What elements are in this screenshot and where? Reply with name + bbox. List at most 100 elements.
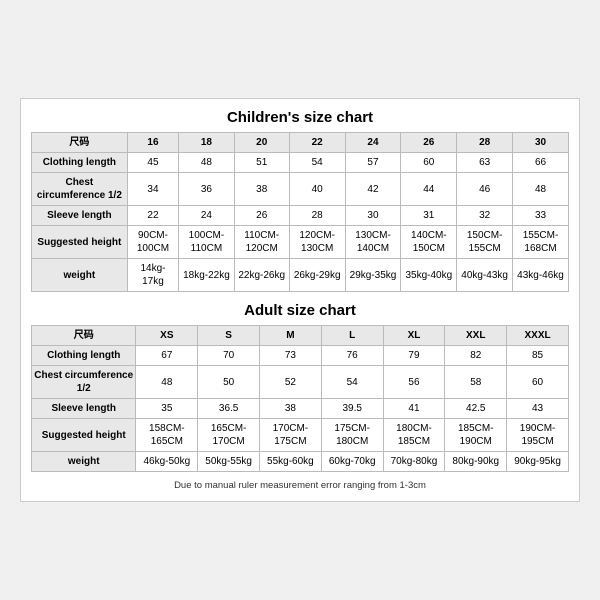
- adult-col-header-4: L: [321, 326, 383, 346]
- children-cell-0-4: 57: [345, 153, 401, 173]
- children-cell-1-5: 44: [401, 173, 457, 206]
- adult-row-label-0: Clothing length: [32, 346, 136, 366]
- children-chart-section: Children's size chart 尺码1618202224262830…: [31, 109, 569, 292]
- children-cell-3-0: 90CM-100CM: [127, 226, 178, 259]
- children-cell-0-2: 51: [234, 153, 289, 173]
- children-row-label-2: Sleeve length: [32, 206, 128, 226]
- adult-cell-1-4: 56: [383, 366, 445, 399]
- children-cell-0-5: 60: [401, 153, 457, 173]
- adult-cell-0-4: 79: [383, 346, 445, 366]
- children-cell-2-0: 22: [127, 206, 178, 226]
- children-row-label-0: Clothing length: [32, 153, 128, 173]
- children-col-header-4: 22: [289, 133, 345, 153]
- children-cell-4-3: 26kg-29kg: [289, 259, 345, 292]
- adult-cell-1-3: 54: [321, 366, 383, 399]
- children-cell-3-7: 155CM-168CM: [513, 226, 569, 259]
- adult-cell-2-3: 39.5: [321, 399, 383, 419]
- children-cell-2-4: 30: [345, 206, 401, 226]
- children-chart-title: Children's size chart: [31, 109, 569, 126]
- children-col-header-6: 26: [401, 133, 457, 153]
- children-cell-1-7: 48: [513, 173, 569, 206]
- children-cell-4-2: 22kg-26kg: [234, 259, 289, 292]
- adult-table-body: Clothing length67707376798285Chest circu…: [32, 346, 569, 472]
- children-col-header-1: 16: [127, 133, 178, 153]
- adult-cell-1-1: 50: [198, 366, 260, 399]
- children-cell-1-6: 46: [457, 173, 513, 206]
- children-cell-3-4: 130CM-140CM: [345, 226, 401, 259]
- children-cell-4-1: 18kg-22kg: [179, 259, 234, 292]
- children-cell-4-6: 40kg-43kg: [457, 259, 513, 292]
- children-cell-4-0: 14kg-17kg: [127, 259, 178, 292]
- children-cell-3-3: 120CM-130CM: [289, 226, 345, 259]
- children-col-header-8: 30: [513, 133, 569, 153]
- adult-table-row: weight46kg-50kg50kg-55kg55kg-60kg60kg-70…: [32, 452, 569, 472]
- children-cell-1-2: 38: [234, 173, 289, 206]
- adult-cell-0-6: 85: [507, 346, 569, 366]
- footnote: Due to manual ruler measurement error ra…: [31, 480, 569, 491]
- children-table-row: weight14kg-17kg18kg-22kg22kg-26kg26kg-29…: [32, 259, 569, 292]
- children-col-header-7: 28: [457, 133, 513, 153]
- children-table-row: Sleeve length2224262830313233: [32, 206, 569, 226]
- children-row-label-3: Suggested height: [32, 226, 128, 259]
- children-table-body: Clothing length4548515457606366Chest cir…: [32, 153, 569, 292]
- children-chart-table: 尺码1618202224262830 Clothing length454851…: [31, 132, 569, 292]
- adult-cell-2-5: 42.5: [445, 399, 507, 419]
- adult-row-label-2: Sleeve length: [32, 399, 136, 419]
- adult-table-row: Chest circumference 1/248505254565860: [32, 366, 569, 399]
- adult-col-header-0: 尺码: [32, 326, 136, 346]
- adult-cell-4-4: 70kg-80kg: [383, 452, 445, 472]
- adult-cell-2-4: 41: [383, 399, 445, 419]
- adult-cell-3-0: 158CM-165CM: [136, 419, 198, 452]
- children-table-row: Clothing length4548515457606366: [32, 153, 569, 173]
- adult-chart-title: Adult size chart: [31, 302, 569, 319]
- children-row-label-4: weight: [32, 259, 128, 292]
- adult-col-header-1: XS: [136, 326, 198, 346]
- children-cell-4-5: 35kg-40kg: [401, 259, 457, 292]
- children-table-row: Suggested height90CM-100CM100CM-110CM110…: [32, 226, 569, 259]
- adult-cell-2-6: 43: [507, 399, 569, 419]
- adult-row-label-1: Chest circumference 1/2: [32, 366, 136, 399]
- adult-col-header-2: S: [198, 326, 260, 346]
- adult-table-row: Sleeve length3536.53839.54142.543: [32, 399, 569, 419]
- adult-cell-1-6: 60: [507, 366, 569, 399]
- adult-header-row: 尺码XSSMLXLXXLXXXL: [32, 326, 569, 346]
- children-header-row: 尺码1618202224262830: [32, 133, 569, 153]
- adult-row-label-4: weight: [32, 452, 136, 472]
- adult-cell-3-4: 180CM-185CM: [383, 419, 445, 452]
- adult-row-label-3: Suggested height: [32, 419, 136, 452]
- children-cell-1-4: 42: [345, 173, 401, 206]
- adult-cell-4-2: 55kg-60kg: [260, 452, 322, 472]
- adult-cell-0-1: 70: [198, 346, 260, 366]
- adult-cell-1-5: 58: [445, 366, 507, 399]
- children-cell-0-3: 54: [289, 153, 345, 173]
- adult-cell-3-1: 165CM-170CM: [198, 419, 260, 452]
- adult-cell-1-0: 48: [136, 366, 198, 399]
- adult-cell-4-3: 60kg-70kg: [321, 452, 383, 472]
- adult-col-header-5: XL: [383, 326, 445, 346]
- children-cell-2-7: 33: [513, 206, 569, 226]
- adult-col-header-7: XXXL: [507, 326, 569, 346]
- children-col-header-2: 18: [179, 133, 234, 153]
- children-col-header-5: 24: [345, 133, 401, 153]
- adult-cell-1-2: 52: [260, 366, 322, 399]
- children-table-row: Chest circumference 1/23436384042444648: [32, 173, 569, 206]
- adult-col-header-6: XXL: [445, 326, 507, 346]
- children-cell-0-0: 45: [127, 153, 178, 173]
- adult-cell-4-0: 46kg-50kg: [136, 452, 198, 472]
- adult-cell-0-5: 82: [445, 346, 507, 366]
- children-row-label-1: Chest circumference 1/2: [32, 173, 128, 206]
- children-cell-2-6: 32: [457, 206, 513, 226]
- children-cell-4-7: 43kg-46kg: [513, 259, 569, 292]
- adult-table-row: Clothing length67707376798285: [32, 346, 569, 366]
- adult-cell-3-2: 170CM-175CM: [260, 419, 322, 452]
- adult-cell-4-6: 90kg-95kg: [507, 452, 569, 472]
- adult-cell-0-2: 73: [260, 346, 322, 366]
- adult-cell-4-1: 50kg-55kg: [198, 452, 260, 472]
- children-cell-1-1: 36: [179, 173, 234, 206]
- adult-chart-section: Adult size chart 尺码XSSMLXLXXLXXXL Clothi…: [31, 302, 569, 472]
- adult-col-header-3: M: [260, 326, 322, 346]
- adult-cell-2-2: 38: [260, 399, 322, 419]
- children-cell-3-1: 100CM-110CM: [179, 226, 234, 259]
- children-cell-3-5: 140CM-150CM: [401, 226, 457, 259]
- children-cell-2-1: 24: [179, 206, 234, 226]
